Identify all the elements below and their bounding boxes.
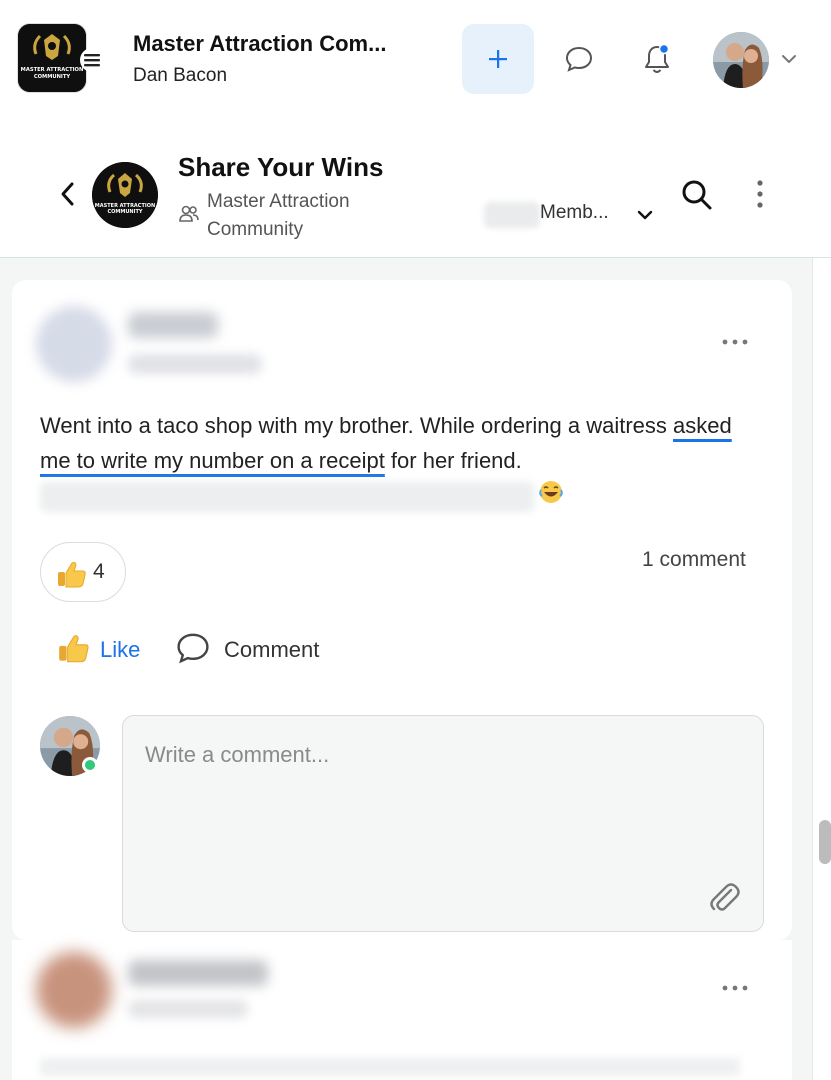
comment-label: Comment [224,637,320,662]
bell-icon [645,43,670,73]
next-post-more-icon[interactable] [718,978,752,998]
top-app-bar: MASTER ATTRACTION COMMUNITY Master Attra… [0,0,831,118]
thumbs-up-icon [56,631,92,669]
community-people-icon [178,204,200,224]
group-header: MASTER ATTRACTION COMMUNITY Share Your W… [0,118,831,258]
online-status-dot [82,757,98,773]
messages-button[interactable] [556,36,602,82]
group-title: Share Your Wins [178,152,384,182]
scrollbar-track[interactable] [812,258,831,1080]
like-label: Like [100,637,141,662]
comment-box[interactable] [122,715,764,932]
app-title[interactable]: Master Attraction Com... [133,31,433,57]
group-avatar[interactable]: MASTER ATTRACTION COMMUNITY [92,162,158,228]
svg-text:COMMUNITY: COMMUNITY [107,209,142,215]
post-author-name-blurred[interactable] [128,312,218,338]
like-button[interactable]: Like [56,630,140,670]
plus-icon [489,50,507,68]
comment-count[interactable]: 1 comment [642,548,746,572]
svg-text:COMMUNITY: COMMUNITY [34,74,71,80]
chevron-down-icon[interactable] [778,48,800,70]
post-text-blurred [40,482,534,513]
community-name[interactable]: Master Attraction Community [207,188,407,244]
post-body: Went into a taco shop with my brother. W… [40,408,740,515]
next-post-author-name-blurred[interactable] [128,960,268,986]
back-icon[interactable] [56,180,80,208]
members-label[interactable]: Memb... [540,202,609,224]
members-avatars-blurred [484,202,540,228]
search-icon[interactable] [678,176,716,214]
chat-bubble-icon [565,46,593,72]
more-options-icon[interactable] [748,176,772,212]
next-post-text-blurred [40,1058,740,1076]
community-logo[interactable]: MASTER ATTRACTION COMMUNITY [18,24,86,92]
reaction-summary[interactable] [40,542,126,602]
scrollbar-thumb[interactable] [819,820,831,864]
user-name: Dan Bacon [133,65,228,86]
comment-button[interactable]: Comment [174,630,319,670]
laughing-emoji-icon [538,479,564,515]
post-text-part: Went into a taco shop with my brother. W… [40,413,673,438]
thumbs-up-icon [55,559,89,593]
notifications-button[interactable] [634,36,680,82]
members-chevron-down-icon[interactable] [634,204,656,226]
create-button[interactable] [462,24,534,94]
post-more-icon[interactable] [718,332,752,352]
comment-bubble-icon [174,630,212,670]
post-author-avatar[interactable] [36,306,112,382]
next-post-timestamp-blurred [128,1000,248,1018]
reaction-count: 4 [93,560,105,583]
svg-text:MASTER ATTRACTION: MASTER ATTRACTION [21,67,84,73]
user-avatar[interactable] [713,32,769,88]
next-post-author-avatar[interactable] [36,952,112,1028]
paperclip-icon[interactable] [705,878,745,918]
post-timestamp-blurred [128,354,262,374]
comment-input[interactable] [145,742,705,768]
menu-icon[interactable] [80,48,104,72]
post-text-part: for her friend. [384,448,522,473]
